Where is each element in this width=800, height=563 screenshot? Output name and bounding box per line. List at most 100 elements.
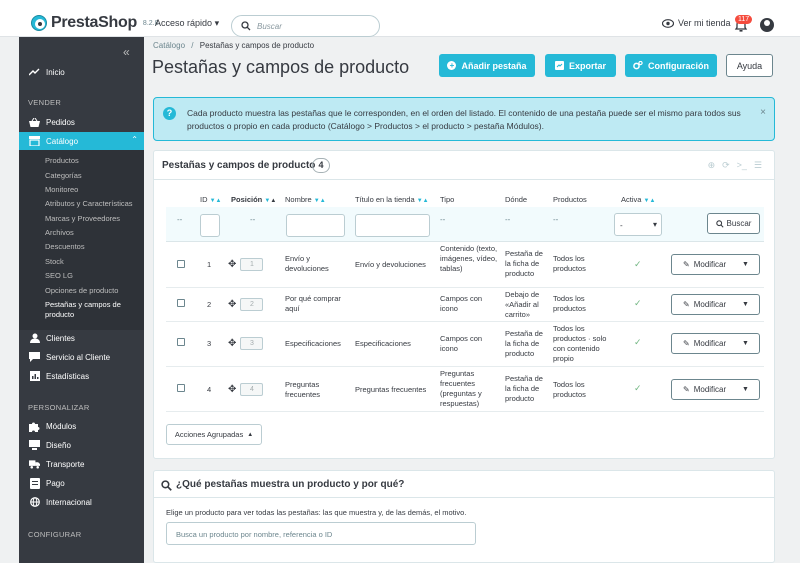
- col-shop-title[interactable]: Título en la tienda ▼▲: [355, 195, 429, 204]
- drag-handle-icon[interactable]: ✥: [228, 384, 236, 395]
- row-position[interactable]: ✥ 1: [228, 258, 264, 271]
- export-button[interactable]: Exportar: [545, 54, 616, 77]
- col-name-label: Nombre: [285, 195, 312, 204]
- chevron-up-icon: ⌃: [131, 135, 138, 144]
- filter-search-button[interactable]: Buscar: [707, 213, 760, 234]
- sidebar-item-shipping[interactable]: Transporte: [19, 455, 144, 473]
- sidebar-item-label: Pedidos: [46, 117, 75, 127]
- row-checkbox[interactable]: [177, 384, 185, 392]
- view-shop-link[interactable]: Ver mi tienda: [662, 18, 731, 28]
- terminal-icon[interactable]: >_: [737, 160, 747, 171]
- sidebar-item-label: Inicio: [46, 67, 65, 77]
- sidebar-item-payment[interactable]: Pago: [19, 474, 144, 492]
- sidebar-sub-discounts[interactable]: Descuentos: [45, 242, 85, 252]
- quick-access-label: Acceso rápido: [155, 18, 213, 28]
- sidebar-sub-stock[interactable]: Stock: [45, 257, 64, 267]
- sidebar-item-catalog[interactable]: Catálogo ⌃: [19, 132, 144, 150]
- sidebar-sub-product-options[interactable]: Opciones de producto: [45, 286, 118, 296]
- sidebar-item-stats[interactable]: Estadísticas: [19, 367, 144, 385]
- row-checkbox[interactable]: [177, 260, 185, 268]
- position-value: 2: [240, 298, 264, 311]
- drag-handle-icon[interactable]: ✥: [228, 259, 236, 270]
- database-icon[interactable]: ☰: [754, 160, 762, 171]
- store-icon: [29, 136, 40, 147]
- sidebar-sub-seo[interactable]: SEO LG: [45, 271, 73, 281]
- caret-down-icon[interactable]: ▼: [742, 340, 749, 347]
- row-shop-title: Preguntas frecuentes: [355, 385, 427, 394]
- close-icon[interactable]: ×: [760, 107, 766, 118]
- sidebar-sub-monitoring[interactable]: Monitoreo: [45, 185, 78, 195]
- sidebar-item-modules[interactable]: Módulos: [19, 417, 144, 435]
- caret-down-icon[interactable]: ▼: [742, 386, 749, 393]
- sort-arrows-icon[interactable]: ▼▲: [210, 198, 222, 204]
- sort-arrows-icon[interactable]: ▼▲: [644, 198, 656, 204]
- drag-handle-icon[interactable]: ✥: [228, 299, 236, 310]
- configuration-label: Configuración: [648, 60, 709, 71]
- sidebar-item-service[interactable]: Servicio al Cliente: [19, 348, 144, 366]
- header-search[interactable]: Buscar: [231, 15, 380, 37]
- edit-button[interactable]: ✎ Modificar ▼: [671, 379, 760, 400]
- col-id[interactable]: ID ▼▲: [200, 195, 221, 204]
- sort-arrows-icon[interactable]: ▼▲: [314, 198, 326, 204]
- row-checkbox[interactable]: [177, 299, 185, 307]
- collapse-sidebar-icon[interactable]: «: [123, 45, 130, 59]
- sidebar-sub-categories[interactable]: Categorías: [45, 171, 82, 181]
- desktop-icon: [29, 440, 40, 451]
- quick-access-dropdown[interactable]: Acceso rápido ▾: [155, 18, 219, 29]
- add-new-icon[interactable]: ⊕: [708, 160, 716, 171]
- col-active[interactable]: Activa ▼▲: [621, 195, 655, 204]
- sidebar-sub-products[interactable]: Productos: [45, 156, 79, 166]
- row-position[interactable]: ✥ 4: [228, 383, 264, 396]
- active-check-icon[interactable]: ✓: [634, 259, 642, 270]
- user-avatar-icon[interactable]: [760, 18, 774, 32]
- sidebar-item-clients[interactable]: Clientes: [19, 329, 144, 347]
- filter-name-input[interactable]: [286, 214, 345, 237]
- col-position-label: Posición: [231, 195, 263, 204]
- sort-arrows-icon[interactable]: ▼▲: [264, 198, 276, 204]
- caret-down-icon[interactable]: ▼: [742, 301, 749, 308]
- person-icon: [29, 333, 40, 344]
- col-position[interactable]: Posición ▼▲: [231, 195, 276, 204]
- col-name[interactable]: Nombre ▼▲: [285, 195, 326, 204]
- sidebar-item-international[interactable]: Internacional: [19, 493, 144, 511]
- breadcrumb: Catálogo / Pestañas y campos de producto: [153, 41, 314, 50]
- sidebar-item-orders[interactable]: Pedidos: [19, 113, 144, 131]
- caret-up-icon: ▲: [247, 431, 254, 438]
- sidebar-sub-files[interactable]: Archivos: [45, 228, 74, 238]
- breadcrumb-parent-link[interactable]: Catálogo: [153, 41, 185, 50]
- row-position[interactable]: ✥ 3: [228, 337, 264, 350]
- edit-button[interactable]: ✎ Modificar ▼: [671, 254, 760, 275]
- filter-row: -- -- -- -- -- - Buscar: [166, 207, 764, 242]
- filter-id-input[interactable]: [200, 214, 220, 237]
- row-where: Pestaña de la ficha de producto: [505, 249, 543, 278]
- row-products: Todos los productos: [553, 254, 586, 273]
- edit-button[interactable]: ✎ Modificar ▼: [671, 333, 760, 354]
- product-search-input[interactable]: Busca un producto por nombre, referencia…: [166, 522, 476, 545]
- active-check-icon[interactable]: ✓: [634, 298, 642, 309]
- caret-down-icon[interactable]: ▼: [742, 261, 749, 268]
- row-checkbox[interactable]: [177, 338, 185, 346]
- col-where: Dónde: [505, 195, 528, 204]
- active-check-icon[interactable]: ✓: [634, 337, 642, 348]
- add-tab-button[interactable]: + Añadir pestaña: [439, 54, 535, 77]
- bulk-actions-button[interactable]: Acciones Agrupadas ▲: [166, 424, 262, 445]
- filter-active-select[interactable]: -: [614, 213, 662, 236]
- prestashop-logo[interactable]: PrestaShop 8.2.8: [31, 14, 159, 32]
- active-check-icon[interactable]: ✓: [634, 383, 642, 394]
- sidebar-sub-brands[interactable]: Marcas y Proveedores: [45, 214, 120, 224]
- sort-arrows-icon[interactable]: ▼▲: [417, 198, 429, 204]
- sidebar-sub-attributes[interactable]: Atributos y Características: [45, 199, 133, 209]
- filter-shop-title-input[interactable]: [355, 214, 430, 237]
- edit-button[interactable]: ✎ Modificar ▼: [671, 294, 760, 315]
- refresh-icon[interactable]: ⟳: [722, 160, 730, 171]
- sidebar-item-design[interactable]: Diseño: [19, 436, 144, 454]
- sidebar-item-home[interactable]: Inicio: [19, 63, 144, 81]
- drag-handle-icon[interactable]: ✥: [228, 338, 236, 349]
- row-position[interactable]: ✥ 2: [228, 298, 264, 311]
- trending-icon: [29, 67, 40, 78]
- globe-icon: [29, 497, 40, 508]
- help-button[interactable]: Ayuda: [726, 54, 773, 77]
- sidebar-sub-product-tabs[interactable]: Pestañas y campos de producto: [45, 300, 140, 320]
- configuration-button[interactable]: Configuración: [625, 54, 717, 77]
- which-tabs-description: Elige un producto para ver todas las pes…: [166, 508, 467, 517]
